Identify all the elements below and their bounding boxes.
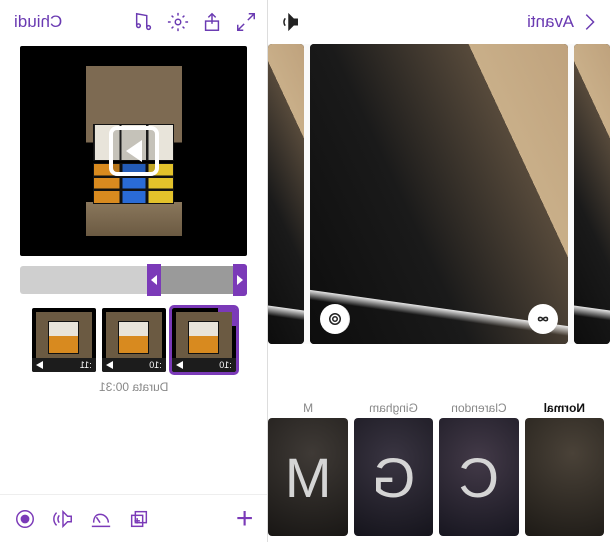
record-icon[interactable] (14, 508, 36, 530)
fit-icon (326, 310, 344, 328)
duplicate-icon[interactable] (128, 508, 150, 530)
filter-editor-panel: Avanti Normal (268, 0, 610, 542)
total-duration: Durata 00:31 (0, 380, 267, 394)
next-clip-peek[interactable] (268, 44, 304, 344)
share-icon[interactable] (201, 11, 223, 33)
filter-swatch (525, 418, 604, 536)
project-toolbar: + (0, 494, 267, 542)
close-button[interactable]: Chiudi (10, 8, 66, 36)
clip-thumb[interactable]: :11 (32, 308, 96, 372)
trimmer-handle-left[interactable] (233, 264, 247, 296)
clip-duration: :11 (80, 360, 92, 370)
trimmer-handle-right[interactable] (147, 264, 161, 296)
clip-thumb[interactable]: × :10 (172, 308, 236, 372)
filter-label: Clarendon (451, 398, 506, 418)
back-chevron-icon[interactable] (578, 11, 600, 33)
trimmer[interactable] (20, 266, 247, 294)
speaker-icon (278, 11, 300, 33)
project-preview[interactable] (20, 46, 247, 256)
speed-icon[interactable] (90, 508, 112, 530)
next-button[interactable]: Avanti (523, 8, 578, 36)
filter-moon[interactable]: M M (268, 398, 347, 536)
clip-duration: :10 (219, 360, 232, 370)
play-icon (36, 361, 43, 369)
project-panel: Chiudi × :10 :10 :11 (0, 0, 268, 542)
prev-clip-peek[interactable] (574, 44, 610, 344)
clip-duration: :10 (149, 360, 162, 370)
audio-icon[interactable] (52, 508, 74, 530)
current-clip-preview[interactable] (310, 44, 568, 344)
play-icon (106, 361, 113, 369)
right-header: Chiudi (0, 0, 267, 44)
play-icon (176, 361, 183, 369)
filter-normal[interactable]: Normal (525, 398, 604, 536)
filter-label: Normal (544, 398, 585, 418)
boomerang-badge[interactable] (528, 304, 558, 334)
filter-strip: Normal Clarendon C Gingham G M M (268, 392, 610, 542)
infinity-icon (534, 310, 552, 328)
clip-thumb[interactable]: :10 (102, 308, 166, 372)
filter-swatch: M (268, 418, 347, 536)
filter-swatch: G (354, 418, 433, 536)
filter-label: Gingham (369, 398, 418, 418)
music-icon[interactable] (133, 11, 155, 33)
video-preview-strip (268, 44, 610, 344)
settings-gear-icon[interactable] (167, 11, 189, 33)
filter-swatch: C (439, 418, 518, 536)
filter-gingham[interactable]: Gingham G (354, 398, 433, 536)
filter-label: M (303, 398, 313, 418)
fullscreen-icon[interactable] (235, 11, 257, 33)
clip-list: × :10 :10 :11 (20, 308, 247, 372)
add-clip-button[interactable]: + (236, 502, 254, 536)
play-button-icon[interactable] (109, 126, 159, 176)
filter-clarendon[interactable]: Clarendon C (439, 398, 518, 536)
left-header: Avanti (268, 0, 610, 44)
sound-toggle[interactable] (278, 11, 300, 33)
